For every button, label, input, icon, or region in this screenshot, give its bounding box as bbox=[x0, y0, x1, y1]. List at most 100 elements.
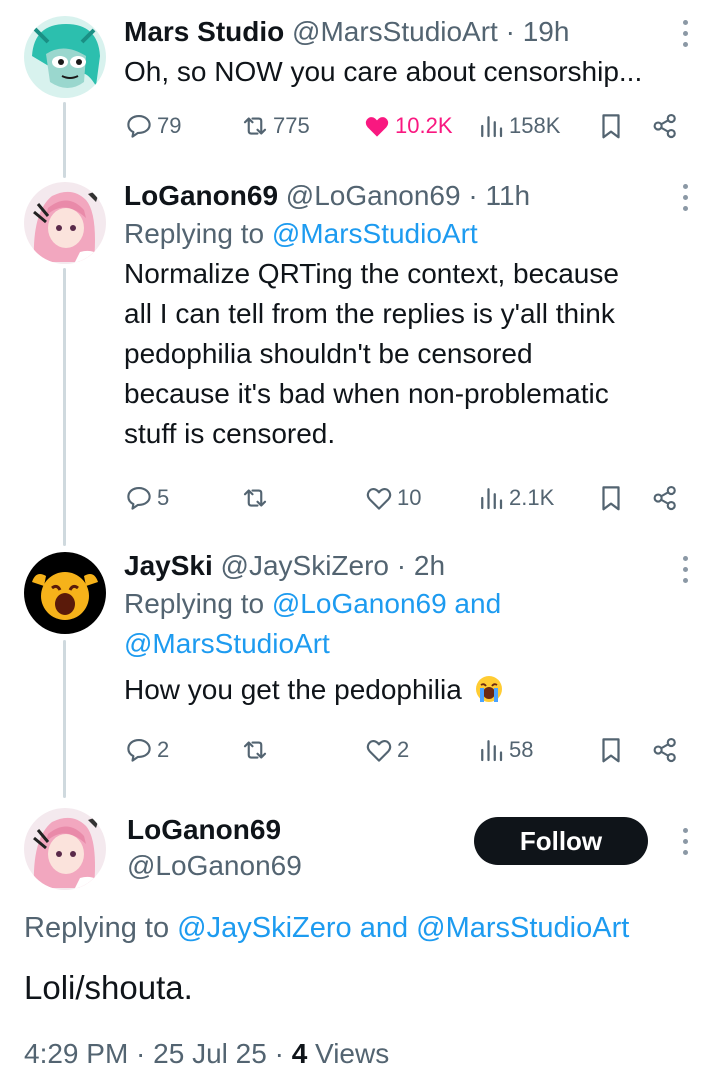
tweet-actions: 2 2 58 bbox=[124, 730, 684, 770]
like-count: 2 bbox=[397, 737, 410, 762]
tweet-mars-studio[interactable]: Mars Studio @MarsStudioArt · 19h Oh, so … bbox=[0, 0, 720, 170]
timestamp[interactable]: 19h bbox=[523, 16, 570, 47]
mention-link[interactable]: @JaySkiZero and @MarsStudioArt bbox=[177, 912, 629, 944]
bookmark-icon bbox=[602, 738, 620, 763]
reply-button[interactable]: 79 bbox=[124, 106, 181, 146]
like-button[interactable]: 10 bbox=[364, 478, 421, 518]
display-name[interactable]: LoGanon69 bbox=[124, 180, 278, 211]
tweet-text: How you get the pedophilia bbox=[124, 670, 672, 710]
retweet-button[interactable] bbox=[240, 730, 273, 770]
tweet-actions: 5 10 2.1K bbox=[124, 478, 684, 518]
views-count: 4 bbox=[291, 1038, 308, 1069]
like-icon bbox=[366, 488, 392, 510]
bookmark-icon bbox=[602, 114, 620, 139]
tweet-text-content: How you get the pedophilia bbox=[124, 674, 462, 705]
tweet-text-line: because it's bad when non-problematic bbox=[124, 378, 609, 409]
display-name[interactable]: JaySki bbox=[124, 550, 213, 581]
retweet-icon bbox=[243, 489, 267, 507]
reply-button[interactable]: 5 bbox=[124, 478, 169, 518]
timestamp[interactable]: 11h bbox=[485, 180, 530, 211]
share-button[interactable] bbox=[650, 730, 680, 770]
tweet-text-line: pedophilia shouldn't be censored bbox=[124, 338, 533, 369]
meta-separator: · bbox=[460, 180, 486, 211]
more-icon[interactable] bbox=[680, 20, 690, 50]
replying-prefix: Replying to bbox=[24, 912, 178, 944]
bookmark-button[interactable] bbox=[596, 106, 626, 146]
mention-link[interactable]: @MarsStudioArt bbox=[272, 218, 478, 249]
views-icon bbox=[481, 488, 503, 510]
views-icon bbox=[481, 740, 503, 762]
retweet-button[interactable] bbox=[240, 478, 273, 518]
replying-to-cont: @MarsStudioArt bbox=[124, 624, 672, 664]
avatar[interactable] bbox=[24, 552, 106, 634]
tweet-actions: 79 775 10.2K 158K bbox=[124, 106, 684, 146]
views-count: 158K bbox=[509, 113, 561, 138]
follow-button[interactable]: Follow bbox=[474, 817, 648, 865]
views-button[interactable]: 58 bbox=[476, 730, 533, 770]
views-label: Views bbox=[307, 1038, 390, 1069]
tweet-jayski-reply[interactable]: JaySki @JaySkiZero · 2h Replying to @LoG… bbox=[0, 540, 720, 790]
avatar[interactable] bbox=[24, 808, 106, 890]
handle[interactable]: @JaySkiZero bbox=[221, 550, 389, 581]
replying-to: Replying to @JaySkiZero and @MarsStudioA… bbox=[24, 908, 629, 948]
reply-count: 2 bbox=[157, 737, 170, 762]
mention-link[interactable]: @LoGanon69 and bbox=[272, 588, 501, 619]
bookmark-icon bbox=[602, 486, 620, 511]
views-count: 58 bbox=[509, 737, 534, 762]
like-button[interactable]: 10.2K bbox=[362, 106, 453, 146]
replying-prefix: Replying to bbox=[124, 218, 272, 249]
more-icon[interactable] bbox=[680, 556, 690, 586]
share-button[interactable] bbox=[650, 478, 680, 518]
timestamp[interactable]: 4:29 PM · 25 Jul 25 · bbox=[24, 1038, 292, 1069]
reply-button[interactable]: 2 bbox=[124, 730, 169, 770]
share-button[interactable] bbox=[650, 106, 680, 146]
mention-link[interactable]: @MarsStudioArt bbox=[124, 628, 330, 659]
views-button[interactable]: 2.1K bbox=[476, 478, 554, 518]
handle[interactable]: @LoGanon69 bbox=[286, 180, 461, 211]
display-name[interactable]: LoGanon69 bbox=[127, 812, 281, 848]
share-icon bbox=[653, 485, 676, 511]
share-icon bbox=[653, 737, 676, 763]
timestamp[interactable]: 2h bbox=[414, 550, 445, 581]
views-icon bbox=[481, 116, 503, 138]
replying-to: Replying to @MarsStudioArt bbox=[124, 214, 672, 254]
views-count: 2.1K bbox=[509, 485, 555, 510]
bookmark-button[interactable] bbox=[596, 730, 626, 770]
display-name[interactable]: Mars Studio bbox=[124, 16, 284, 47]
loudly-crying-face-icon bbox=[475, 676, 502, 702]
avatar[interactable] bbox=[24, 16, 106, 98]
bookmark-button[interactable] bbox=[596, 478, 626, 518]
tweet-text: Normalize QRTing the context, because al… bbox=[124, 254, 672, 454]
meta-separator: · bbox=[389, 550, 414, 581]
tweet-loganon-reply[interactable]: LoGanon69 @LoGanon69 · 11h Replying to @… bbox=[0, 170, 720, 540]
replying-to: Replying to @LoGanon69 and bbox=[124, 584, 672, 624]
like-button[interactable]: 2 bbox=[364, 730, 409, 770]
like-count: 10 bbox=[397, 485, 422, 510]
reply-icon bbox=[127, 738, 151, 762]
reply-count: 79 bbox=[157, 113, 182, 138]
share-icon bbox=[653, 113, 676, 139]
reply-icon bbox=[127, 486, 151, 510]
retweet-button[interactable]: 775 bbox=[240, 106, 310, 146]
views-button[interactable]: 158K bbox=[476, 106, 560, 146]
handle[interactable]: @LoGanon69 bbox=[127, 848, 302, 884]
like-icon bbox=[365, 117, 389, 137]
tweet-text: Loli/shouta. bbox=[24, 969, 193, 1006]
more-icon[interactable] bbox=[680, 184, 690, 214]
meta-separator: · bbox=[497, 16, 523, 47]
tweet-text-line: stuff is censored. bbox=[124, 418, 336, 449]
retweet-count: 775 bbox=[273, 113, 310, 138]
like-icon bbox=[366, 740, 392, 762]
tweet-text-line: Normalize QRTing the context, because bbox=[124, 258, 619, 289]
avatar[interactable] bbox=[24, 182, 106, 264]
reply-icon bbox=[127, 114, 151, 138]
tweet-meta: 4:29 PM · 25 Jul 25 · 4 Views bbox=[24, 1036, 389, 1072]
tweet-text: Oh, so NOW you care about censorship... bbox=[124, 56, 643, 87]
replying-prefix: Replying to bbox=[124, 588, 272, 619]
reply-count: 5 bbox=[157, 485, 170, 510]
retweet-icon bbox=[243, 117, 267, 135]
handle[interactable]: @MarsStudioArt bbox=[292, 16, 498, 47]
like-count: 10.2K bbox=[395, 113, 453, 138]
retweet-icon bbox=[243, 741, 267, 759]
more-icon[interactable] bbox=[680, 828, 690, 858]
